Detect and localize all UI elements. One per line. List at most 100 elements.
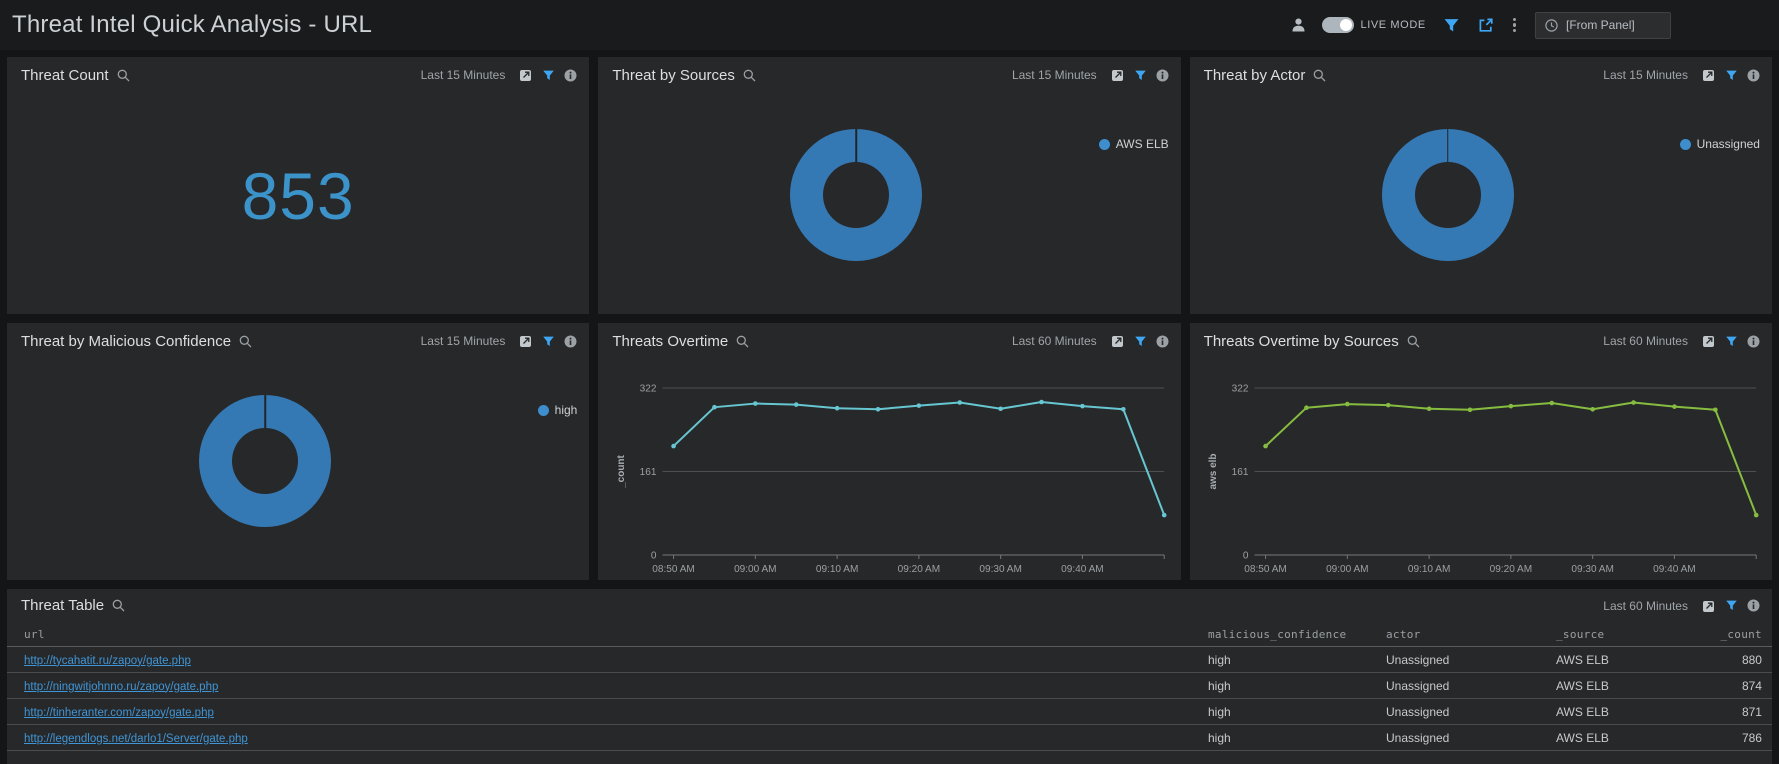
info-icon[interactable] <box>1156 69 1169 82</box>
legend-dot <box>1680 139 1691 150</box>
panel-title: Threat by Actor <box>1204 67 1306 84</box>
info-icon[interactable] <box>564 335 577 348</box>
svg-text:09:00 AM: 09:00 AM <box>1326 564 1368 575</box>
info-icon[interactable] <box>1747 69 1760 82</box>
open-in-new-icon[interactable] <box>519 68 533 82</box>
panel-threats-overtime-by-sources: Threats Overtime by Sources Last 60 Minu… <box>1190 323 1772 580</box>
url-link[interactable]: http://legendlogs.net/darlo1/Server/gate… <box>24 733 248 745</box>
panel-threat-table: Threat Table Last 60 Minutes url malicio… <box>7 589 1772 764</box>
share-icon[interactable] <box>1477 17 1494 34</box>
panel-threat-by-malicious-confidence: Threat by Malicious Confidence Last 15 M… <box>7 323 589 580</box>
panel-filter-icon[interactable] <box>1725 599 1738 612</box>
open-in-new-icon[interactable] <box>1702 68 1716 82</box>
cell-source: AWS ELB <box>1556 679 1686 693</box>
svg-text:09:40 AM: 09:40 AM <box>1653 564 1695 575</box>
cell-source: AWS ELB <box>1556 731 1686 745</box>
table-body: http://tycahatit.ru/zapoy/gate.phphighUn… <box>7 647 1772 751</box>
magnifier-icon[interactable] <box>1407 335 1420 348</box>
svg-text:09:20 AM: 09:20 AM <box>898 564 940 575</box>
time-range-label: Last 15 Minutes <box>421 334 506 348</box>
kebab-menu-icon[interactable] <box>1511 16 1518 35</box>
topbar-controls: LIVE MODE [From Panel] <box>1292 12 1672 39</box>
time-range-label: Last 60 Minutes <box>1603 334 1688 348</box>
table-header-row: url malicious_confidence actor _source _… <box>7 622 1772 647</box>
panel-title: Threat by Malicious Confidence <box>21 333 231 350</box>
cell-count: 786 <box>1686 731 1762 745</box>
panel-threat-count: Threat Count Last 15 Minutes 853 <box>7 57 589 314</box>
cell-count: 871 <box>1686 705 1762 719</box>
column-header-actor[interactable]: actor <box>1386 628 1556 641</box>
toggle-knob <box>1340 19 1352 31</box>
legend-item[interactable]: AWS ELB <box>1099 137 1169 151</box>
time-range-label: Last 15 Minutes <box>421 68 506 82</box>
legend-dot <box>538 405 549 416</box>
column-header-url[interactable]: url <box>24 628 1208 641</box>
magnifier-icon[interactable] <box>1313 69 1326 82</box>
magnifier-icon[interactable] <box>117 69 130 82</box>
live-mode-label: LIVE MODE <box>1361 19 1426 31</box>
donut-chart <box>1382 129 1514 261</box>
magnifier-icon[interactable] <box>239 335 252 348</box>
panel-title: Threat Table <box>21 597 104 614</box>
column-header-count[interactable]: _count <box>1686 628 1762 641</box>
column-header-malicious-confidence[interactable]: malicious_confidence <box>1208 628 1386 641</box>
panel-filter-icon[interactable] <box>542 335 555 348</box>
column-header-source[interactable]: _source <box>1556 628 1686 641</box>
legend-item[interactable]: high <box>538 403 578 417</box>
open-in-new-icon[interactable] <box>1702 334 1716 348</box>
panel-filter-icon[interactable] <box>1134 69 1147 82</box>
svg-text:0: 0 <box>651 551 657 562</box>
svg-text:09:10 AM: 09:10 AM <box>816 564 858 575</box>
live-mode-toggle[interactable] <box>1322 17 1354 33</box>
panel-filter-icon[interactable] <box>1134 335 1147 348</box>
time-range-label: Last 60 Minutes <box>1603 599 1688 613</box>
line-chart-threats-overtime-by-sources: 016132208:50 AM09:00 AM09:10 AM09:20 AM0… <box>1190 359 1772 580</box>
svg-text:161: 161 <box>1231 467 1248 478</box>
user-icon[interactable] <box>1292 18 1305 32</box>
cell-maliciousconfidence: high <box>1208 731 1386 745</box>
page-title: Threat Intel Quick Analysis - URL <box>12 11 372 39</box>
table-row: http://legendlogs.net/darlo1/Server/gate… <box>7 725 1772 751</box>
info-icon[interactable] <box>1156 335 1169 348</box>
clock-icon <box>1545 19 1558 32</box>
open-in-new-icon[interactable] <box>1111 334 1125 348</box>
cell-actor: Unassigned <box>1386 705 1556 719</box>
filter-icon[interactable] <box>1443 17 1460 34</box>
svg-text:09:10 AM: 09:10 AM <box>1408 564 1450 575</box>
cell-maliciousconfidence: high <box>1208 705 1386 719</box>
svg-text:09:20 AM: 09:20 AM <box>1489 564 1531 575</box>
open-in-new-icon[interactable] <box>1702 599 1716 613</box>
magnifier-icon[interactable] <box>112 599 125 612</box>
cell-actor: Unassigned <box>1386 679 1556 693</box>
url-link[interactable]: http://tycahatit.ru/zapoy/gate.php <box>24 655 191 667</box>
info-icon[interactable] <box>1747 599 1760 612</box>
cell-source: AWS ELB <box>1556 653 1686 667</box>
cell-maliciousconfidence: high <box>1208 679 1386 693</box>
line-chart: 016132208:50 AM09:00 AM09:10 AM09:20 AM0… <box>598 359 1180 580</box>
time-range-label: Last 15 Minutes <box>1603 68 1688 82</box>
svg-text:09:00 AM: 09:00 AM <box>734 564 776 575</box>
cell-actor: Unassigned <box>1386 653 1556 667</box>
cell-maliciousconfidence: high <box>1208 653 1386 667</box>
table-row: http://tinheranter.com/zapoy/gate.php hig… <box>7 699 1772 725</box>
url-link[interactable]: http://ningwitjohnno.ru/zapoy/gate.php <box>24 681 218 693</box>
open-in-new-icon[interactable] <box>1111 68 1125 82</box>
svg-text:09:30 AM: 09:30 AM <box>980 564 1022 575</box>
info-icon[interactable] <box>1747 335 1760 348</box>
panel-filter-icon[interactable] <box>1725 69 1738 82</box>
topbar: Threat Intel Quick Analysis - URL LIVE M… <box>0 0 1779 50</box>
panel-filter-icon[interactable] <box>1725 335 1738 348</box>
table-row: http://ningwitjohnno.ru/zapoy/gate.php hi… <box>7 673 1772 699</box>
legend-item[interactable]: Unassigned <box>1680 137 1760 151</box>
info-icon[interactable] <box>564 69 577 82</box>
line-chart-threats-overtime: 016132208:50 AM09:00 AM09:10 AM09:20 AM0… <box>598 359 1180 580</box>
url-link[interactable]: http://tinheranter.com/zapoy/gate.php <box>24 707 214 719</box>
panel-filter-icon[interactable] <box>542 69 555 82</box>
time-selector[interactable]: [From Panel] <box>1535 12 1671 39</box>
open-in-new-icon[interactable] <box>519 334 533 348</box>
svg-text:09:30 AM: 09:30 AM <box>1571 564 1613 575</box>
magnifier-icon[interactable] <box>736 335 749 348</box>
svg-text:09:40 AM: 09:40 AM <box>1062 564 1104 575</box>
magnifier-icon[interactable] <box>743 69 756 82</box>
svg-text:_count: _count <box>616 454 627 488</box>
